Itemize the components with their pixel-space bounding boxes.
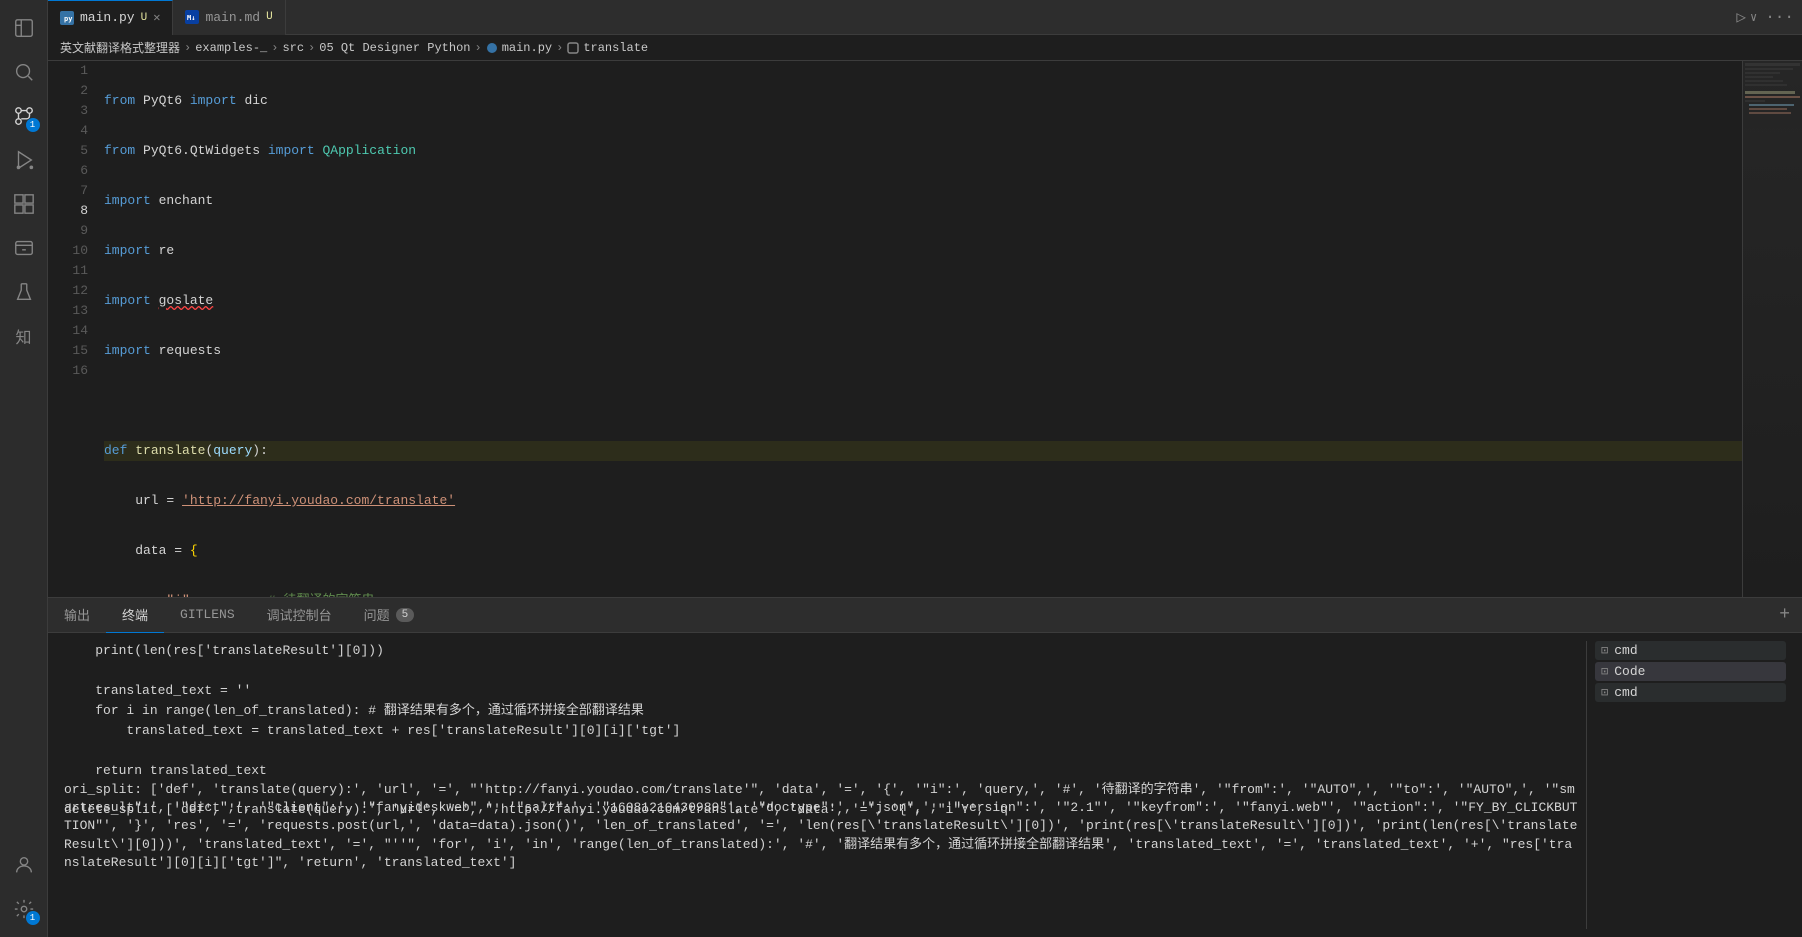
panel-tab-problems[interactable]: 问题 5 [348, 598, 431, 633]
terminal-line-0: print(len(res['translateResult'][0])) [64, 641, 1578, 661]
code-line-8: def translate(query): [104, 441, 1742, 461]
minimap [1742, 61, 1802, 597]
code-line-10: data = { [104, 541, 1742, 561]
tab-main-md[interactable]: M↓ main.md U [173, 0, 285, 35]
tab-main-py-label: main.py [80, 10, 135, 25]
activity-bar: 1 知 [0, 0, 48, 937]
panel-add-button[interactable]: + [1767, 598, 1802, 633]
breadcrumb-sep-4: › [556, 41, 563, 55]
settings-badge: 1 [26, 911, 40, 925]
terminal-output[interactable]: print(len(res['translateResult'][0])) tr… [64, 641, 1578, 929]
terminal-entry-label-1: Code [1614, 664, 1645, 679]
panel-tab-debug-label: 调试控制台 [267, 605, 332, 624]
terminal-sessions: ⊡ cmd ⊡ Code ⊡ cmd [1586, 641, 1786, 929]
panel-tab-output[interactable]: 输出 [48, 598, 106, 633]
run-area: ▷ ∨ ··· [1736, 7, 1802, 27]
line-numbers: 1 2 3 4 5 6 7 8 9 10 11 12 13 14 15 16 [48, 61, 96, 597]
tab-main-py-modified: U [141, 12, 148, 24]
tab-main-py-close[interactable]: ✕ [153, 10, 160, 25]
explorer-icon[interactable] [4, 8, 44, 48]
terminal-line-5 [64, 741, 1578, 761]
panel-tab-problems-label: 问题 [364, 605, 390, 624]
activity-bar-bottom: 1 [4, 845, 44, 937]
knowledge-icon[interactable]: 知 [4, 316, 44, 356]
code-line-9: url = 'http://fanyi.youdao.com/translate… [104, 491, 1742, 511]
breadcrumb-part-3[interactable]: 05 Qt Designer Python [319, 41, 470, 55]
code-editor[interactable]: 1 2 3 4 5 6 7 8 9 10 11 12 13 14 15 16 [48, 61, 1802, 597]
search-icon[interactable] [4, 52, 44, 92]
tab-main-py[interactable]: py main.py U ✕ [48, 0, 173, 35]
terminal-code-icon: ⊡ [1601, 664, 1608, 679]
code-lines: 1 2 3 4 5 6 7 8 9 10 11 12 13 14 15 16 [48, 61, 1802, 597]
breadcrumb-part-2[interactable]: src [282, 41, 304, 55]
terminal-cmd-icon-0: ⊡ [1601, 643, 1608, 658]
editor-container: 1 2 3 4 5 6 7 8 9 10 11 12 13 14 15 16 [48, 61, 1802, 597]
terminal-entry-2[interactable]: ⊡ cmd [1595, 683, 1786, 702]
breadcrumb-part-5[interactable]: translate [567, 41, 648, 55]
panel-tab-gitlens[interactable]: GITLENS [164, 598, 251, 633]
account-icon[interactable] [4, 845, 44, 885]
breadcrumb-sep-2: › [308, 41, 315, 55]
code-line-6: import requests [104, 341, 1742, 361]
terminal-entry-1[interactable]: ⊡ Code [1595, 662, 1786, 681]
terminal-line-7: ori_split: ['def', 'translate(query):', … [64, 781, 1578, 801]
breadcrumb: 英文献翻译格式整理器 › examples-_ › src › 05 Qt De… [48, 35, 1802, 61]
breadcrumb-part-4[interactable]: main.py [486, 41, 552, 55]
panel-area: 输出 终端 GITLENS 调试控制台 问题 5 + print(len(res… [48, 597, 1802, 937]
run-chevron-icon[interactable]: ∨ [1750, 10, 1757, 25]
code-line-5: import goslate [104, 291, 1742, 311]
terminal-line-2: translated_text = '' [64, 681, 1578, 701]
minimap-content [1743, 61, 1802, 597]
tab-py-icon: py [60, 11, 74, 25]
settings-icon[interactable]: 1 [4, 889, 44, 929]
problems-badge: 5 [396, 608, 415, 622]
code-line-1: from PyQt6 import dic [104, 91, 1742, 111]
panel-content: print(len(res['translateResult'][0])) tr… [48, 633, 1802, 937]
tab-bar: py main.py U ✕ M↓ main.md U ▷ ∨ ··· [48, 0, 1802, 35]
extensions-icon[interactable] [4, 184, 44, 224]
flask-icon[interactable] [4, 272, 44, 312]
breadcrumb-part-0[interactable]: 英文献翻译格式整理器 [60, 39, 180, 56]
svg-text:py: py [64, 15, 73, 23]
run-icon[interactable]: ▷ [1736, 7, 1746, 27]
code-line-7 [104, 391, 1742, 411]
terminal-entry-label-2: cmd [1614, 685, 1637, 700]
breadcrumb-sep-0: › [184, 41, 191, 55]
panel-tab-terminal-label: 终端 [122, 605, 148, 624]
terminal-entry-0[interactable]: ⊡ cmd [1595, 641, 1786, 660]
terminal-line-4: translated_text = translated_text + res[… [64, 721, 1578, 741]
terminal-line-1 [64, 661, 1578, 681]
breadcrumb-sep-3: › [474, 41, 481, 55]
tab-main-md-label: main.md [205, 10, 260, 25]
code-line-2: from PyQt6.QtWidgets import QApplication [104, 141, 1742, 161]
breadcrumb-sep-1: › [271, 41, 278, 55]
panel-tabs: 输出 终端 GITLENS 调试控制台 问题 5 + [48, 598, 1802, 633]
panel-tab-terminal[interactable]: 终端 [106, 598, 164, 633]
breadcrumb-part-1[interactable]: examples-_ [195, 41, 267, 55]
more-icon[interactable]: ··· [1765, 8, 1794, 26]
panel-tab-debug-console[interactable]: 调试控制台 [251, 598, 348, 633]
code-line-3: import enchant [104, 191, 1742, 211]
tab-md-icon: M↓ [185, 10, 199, 24]
main-area: py main.py U ✕ M↓ main.md U ▷ ∨ ··· 英文献翻… [48, 0, 1802, 937]
code-content: from PyQt6 import dic from PyQt6.QtWidge… [96, 61, 1742, 597]
source-control-icon[interactable]: 1 [4, 96, 44, 136]
terminal-entry-label-0: cmd [1614, 643, 1637, 658]
svg-text:M↓: M↓ [187, 14, 195, 22]
code-line-4: import re [104, 241, 1742, 261]
panel-tab-output-label: 输出 [64, 605, 90, 624]
panel-tab-gitlens-label: GITLENS [180, 607, 235, 622]
terminal-cmd-icon-2: ⊡ [1601, 685, 1608, 700]
terminal-line-6: return translated_text [64, 761, 1578, 781]
remote-explorer-icon[interactable] [4, 228, 44, 268]
tab-main-md-modified: U [266, 11, 273, 23]
run-debug-icon[interactable] [4, 140, 44, 180]
terminal-line-3: for i in range(len_of_translated): # 翻译结… [64, 701, 1578, 721]
source-control-badge: 1 [26, 118, 40, 132]
